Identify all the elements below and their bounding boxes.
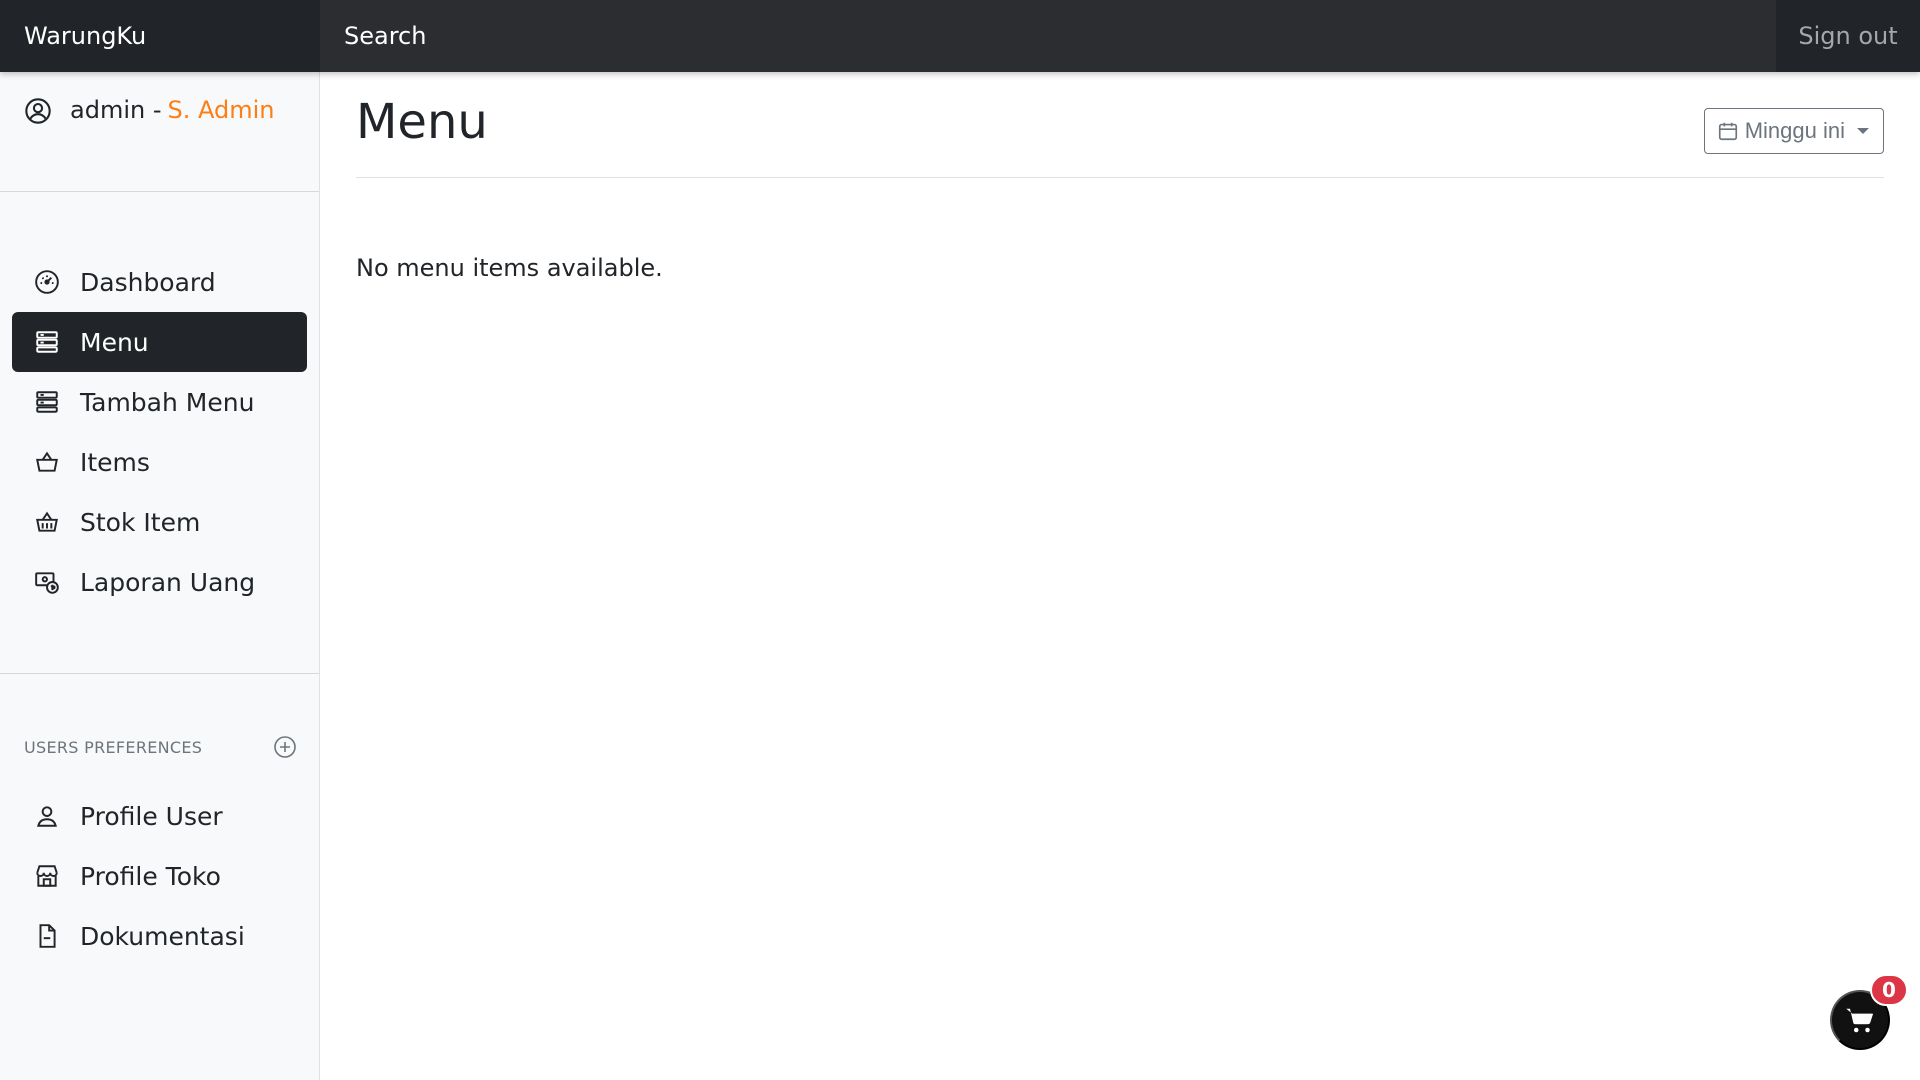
sidebar-item-dashboard[interactable]: Dashboard xyxy=(12,252,307,312)
basket-stock-icon xyxy=(36,511,58,532)
page-title: Menu xyxy=(356,94,488,150)
preferences-title: USERS PREFERENCES xyxy=(24,737,203,757)
user-info: admin - S. Admin xyxy=(0,72,319,192)
sidebar-item-profile-toko[interactable]: Profile Toko xyxy=(12,846,307,906)
preferences-header: USERS PREFERENCES xyxy=(0,732,319,762)
sidebar-item-items[interactable]: Items xyxy=(12,432,307,492)
sidebar-item-label: Tambah Menu xyxy=(80,387,255,417)
sidebar-item-label: Stok Item xyxy=(80,507,201,537)
user-name: admin - xyxy=(70,96,162,124)
sign-out-link[interactable]: Sign out xyxy=(1776,0,1920,72)
empty-state-message: No menu items available. xyxy=(356,254,663,282)
sidebar-item-stok-item[interactable]: Stok Item xyxy=(12,492,307,552)
sidebar-item-label: Profile User xyxy=(80,801,223,831)
person-icon xyxy=(37,806,57,827)
add-circle-icon[interactable] xyxy=(273,735,297,759)
cart-count-badge: 0 xyxy=(1870,974,1908,1006)
sidebar-item-dokumentasi[interactable]: Dokumentasi xyxy=(12,906,307,966)
calendar-icon xyxy=(1718,122,1737,141)
brand-link[interactable]: WarungKu xyxy=(0,0,320,72)
caret-down-icon xyxy=(1857,128,1869,134)
menu-stack-icon xyxy=(36,331,58,353)
user-role: S. Admin xyxy=(167,96,275,124)
shop-icon xyxy=(36,865,58,887)
file-icon xyxy=(39,924,56,948)
period-label: Minggu ini xyxy=(1744,118,1845,143)
period-dropdown-button[interactable]: Minggu ini xyxy=(1703,108,1884,154)
sidebar-item-label: Dashboard xyxy=(80,267,216,297)
cash-report-icon xyxy=(35,572,59,594)
sidebar-item-label: Laporan Uang xyxy=(80,567,256,597)
sidebar: admin - S. Admin Dashboard Menu Tambah M… xyxy=(0,72,320,1080)
sidebar-item-label: Dokumentasi xyxy=(80,921,245,951)
page-header: Menu Minggu ini xyxy=(356,72,1884,178)
main-nav-list: Dashboard Menu Tambah Menu Items Stok It… xyxy=(0,192,319,674)
main-content: Menu Minggu ini No menu items available. xyxy=(320,72,1920,1080)
sidebar-item-label: Profile Toko xyxy=(80,861,221,891)
sidebar-item-tambah-menu[interactable]: Tambah Menu xyxy=(12,372,307,432)
sidebar-item-label: Items xyxy=(80,447,150,477)
basket-icon xyxy=(36,451,58,472)
sidebar-item-menu[interactable]: Menu xyxy=(12,312,307,372)
user-circle-icon xyxy=(25,98,51,124)
search-input[interactable] xyxy=(320,0,1776,72)
sidebar-item-label: Menu xyxy=(80,327,149,357)
speedometer-icon xyxy=(35,270,59,294)
sidebar-item-laporan-uang[interactable]: Laporan Uang xyxy=(12,552,307,612)
menu-stack-icon xyxy=(36,391,58,413)
cart-icon xyxy=(1846,1008,1874,1033)
top-navbar: WarungKu Sign out xyxy=(0,0,1920,72)
sidebar-item-profile-user[interactable]: Profile User xyxy=(12,786,307,846)
